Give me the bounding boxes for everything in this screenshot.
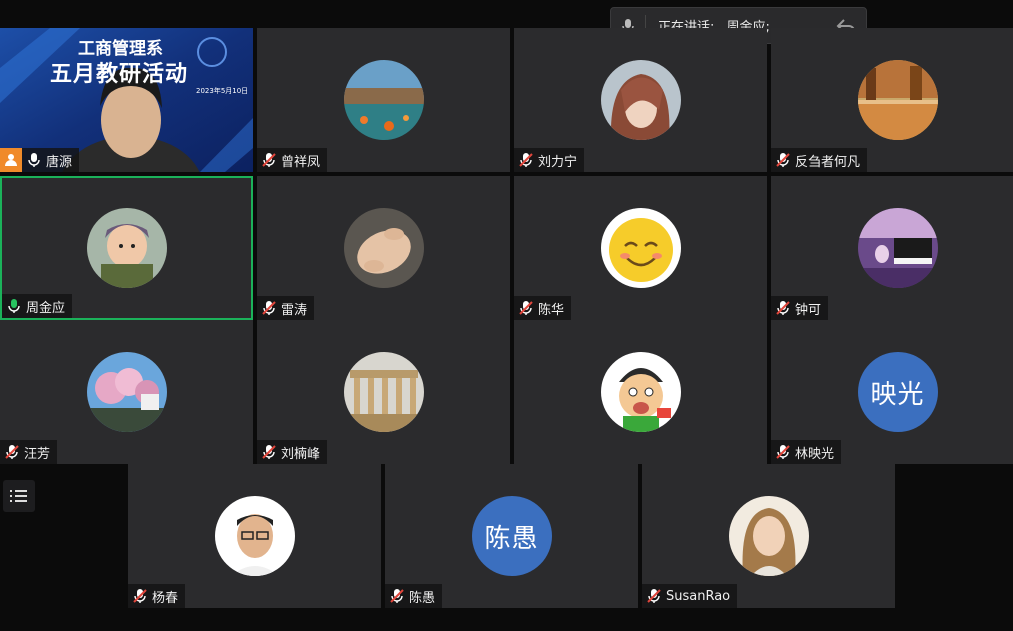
avatar-hands-photo xyxy=(343,208,424,288)
avatar-smiley-face xyxy=(600,208,681,288)
microphone-on-icon xyxy=(28,153,40,167)
participant-name-tag: 曾祥凤 xyxy=(257,148,328,172)
participant-name-tag: 林映光 xyxy=(771,440,842,464)
participant-tile[interactable]: 曾祥凤 xyxy=(257,28,510,172)
avatar-piano-photo xyxy=(857,208,938,288)
participant-name: 林映光 xyxy=(795,446,835,462)
participant-name: 周金应 xyxy=(26,300,66,316)
participant-name: 钟可 xyxy=(795,302,822,318)
participant-name-tag: 雷涛 xyxy=(257,296,315,320)
avatar-landscape-photo xyxy=(343,60,424,140)
participant-list-button[interactable] xyxy=(3,480,35,512)
participant-tile[interactable]: 雷涛 xyxy=(257,176,510,320)
participant-tile-speaking[interactable]: 周金应 xyxy=(0,176,253,320)
participant-tile[interactable]: 陈愚 陈愚 xyxy=(385,464,638,608)
avatar-child-photo xyxy=(86,208,167,288)
participant-name: 杨春 xyxy=(152,590,179,606)
microphone-active-icon xyxy=(8,299,20,313)
participant-tile[interactable]: 刘楠峰 xyxy=(257,320,510,464)
microphone-muted-icon xyxy=(133,589,147,603)
participant-tile[interactable]: 杨春 xyxy=(128,464,381,608)
participant-name-tag: 周金应 xyxy=(2,294,73,318)
participant-name-tag: 刘楠峰 xyxy=(257,440,328,464)
avatar-man-glasses-photo xyxy=(214,496,295,576)
participant-name-tag: 反刍者何凡 xyxy=(771,148,868,172)
avatar-cherry-blossom-photo xyxy=(86,352,167,432)
avatar-autumn-lake-photo xyxy=(857,60,938,140)
avatar-ruins-photo xyxy=(343,352,424,432)
participant-name-tag: 钟可 xyxy=(771,296,829,320)
participant-tile[interactable] xyxy=(514,320,767,464)
microphone-muted-icon xyxy=(776,153,790,167)
microphone-muted-icon xyxy=(776,301,790,315)
participant-name: 刘力宁 xyxy=(538,154,578,170)
participant-name: 唐源 xyxy=(46,154,73,170)
microphone-muted-icon xyxy=(390,589,404,603)
microphone-muted-icon xyxy=(647,589,661,603)
avatar-woman-portrait-photo xyxy=(728,496,809,576)
participant-name: 曾祥凤 xyxy=(281,154,321,170)
participant-tile[interactable]: 刘力宁 xyxy=(514,28,767,172)
participant-name-tag: 刘力宁 xyxy=(514,148,585,172)
banner-title-line2: 五月教研活动 xyxy=(50,62,189,87)
microphone-muted-icon xyxy=(262,445,276,459)
participant-tile[interactable]: 陈华 xyxy=(514,176,767,320)
banner-date: 2023年5月10日 xyxy=(196,87,249,95)
avatar-woman-photo xyxy=(600,60,681,140)
participant-tile[interactable]: 汪芳 xyxy=(0,320,253,464)
microphone-muted-icon xyxy=(776,445,790,459)
participant-tile[interactable]: 映光 林映光 xyxy=(771,320,1013,464)
host-person-icon xyxy=(0,148,22,172)
participant-name: SusanRao xyxy=(666,588,731,604)
participant-tile[interactable]: SusanRao xyxy=(642,464,895,608)
participant-name: 反刍者何凡 xyxy=(795,154,861,170)
avatar-initials: 映光 xyxy=(857,352,938,432)
participant-name-tag: 汪芳 xyxy=(0,440,58,464)
participant-tile-host[interactable]: 工商管理系 五月教研活动 2023年5月10日 唐源 xyxy=(0,28,253,172)
participant-tile[interactable]: 反刍者何凡 xyxy=(771,28,1013,172)
microphone-muted-icon xyxy=(519,301,533,315)
participant-tile[interactable]: 钟可 xyxy=(771,176,1013,320)
avatar-cartoon-character xyxy=(600,352,681,432)
participant-name: 雷涛 xyxy=(281,302,308,318)
participant-name: 汪芳 xyxy=(24,446,51,462)
microphone-muted-icon xyxy=(519,153,533,167)
participant-name-tag: SusanRao xyxy=(642,584,738,608)
avatar-initials: 陈愚 xyxy=(471,496,552,576)
participant-name: 陈华 xyxy=(538,302,565,318)
participant-name-tag: 陈华 xyxy=(514,296,572,320)
microphone-muted-icon xyxy=(262,153,276,167)
microphone-muted-icon xyxy=(5,445,19,459)
participant-name-tag: 唐源 xyxy=(22,148,80,172)
participant-name: 刘楠峰 xyxy=(281,446,321,462)
list-icon xyxy=(10,490,27,502)
participant-name: 陈愚 xyxy=(409,590,436,606)
participant-name-tag: 陈愚 xyxy=(385,584,443,608)
participant-name-tag: 杨春 xyxy=(128,584,186,608)
microphone-muted-icon xyxy=(262,301,276,315)
